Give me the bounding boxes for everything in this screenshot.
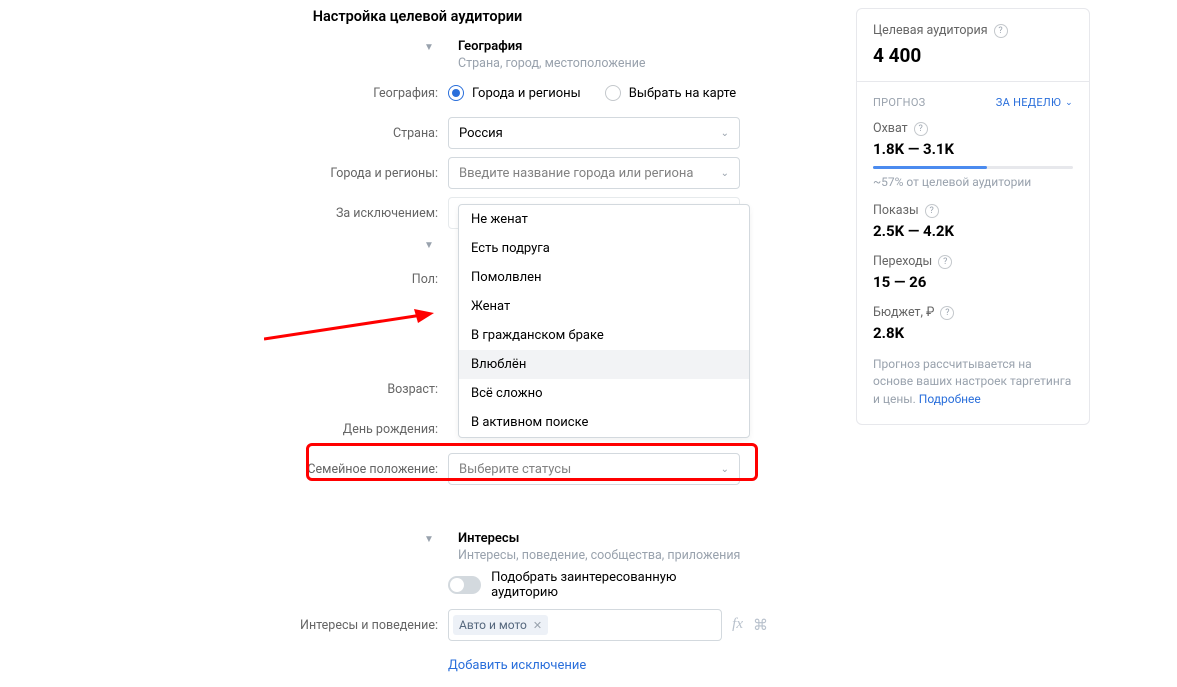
auto-audience-label: Подобрать заинтересованную аудиторию — [491, 570, 740, 600]
shows-label: Показы — [873, 203, 919, 218]
chevron-down-icon: ▼ — [424, 42, 434, 53]
help-icon[interactable]: ? — [938, 255, 952, 269]
reach-bar — [873, 166, 1073, 169]
reach-label: Охват — [873, 121, 908, 136]
interests-input[interactable]: Авто и мото ✕ — [448, 609, 722, 641]
help-icon[interactable]: ? — [994, 24, 1008, 38]
link-icon[interactable]: ⌘ — [753, 616, 768, 634]
row-auto-audience: Подобрать заинтересованную аудиторию — [0, 567, 835, 603]
page-title: Настройка целевой аудитории — [0, 8, 835, 25]
forecast-panel: Целевая аудитория ? 4 400 ПРОГНОЗ ЗА НЕД… — [856, 8, 1090, 425]
label-marital: Семейное положение: — [0, 462, 448, 477]
chevron-down-icon: ▼ — [424, 534, 434, 545]
marital-option[interactable]: В активном поиске — [459, 408, 749, 437]
row-geo-mode: География: Города и регионы Выбрать на к… — [0, 75, 835, 111]
marital-dropdown[interactable]: Не женатЕсть подругаПомолвленЖенатВ граж… — [458, 204, 750, 438]
reach-pct: ~57% от целевой аудитории — [873, 175, 1073, 189]
label-gender: Пол: — [0, 272, 448, 287]
chevron-down-icon: ⌄ — [721, 128, 729, 139]
label-interests: Интересы и поведение: — [0, 618, 448, 633]
row-add-exclusion: Добавить исключение — [0, 647, 835, 683]
help-icon[interactable]: ? — [940, 306, 954, 320]
clicks-label: Переходы — [873, 254, 932, 269]
chevron-down-icon: ⌄ — [721, 168, 729, 179]
marital-option[interactable]: Женат — [459, 292, 749, 321]
marital-select[interactable]: Выберите статусы ⌄ — [448, 453, 740, 485]
clicks-value: 15 — 26 — [873, 273, 1073, 291]
radio-cities-regions[interactable]: Города и регионы — [448, 85, 581, 101]
auto-audience-toggle[interactable] — [448, 576, 481, 594]
cities-select[interactable]: Введите название города или региона ⌄ — [448, 157, 740, 189]
marital-placeholder: Выберите статусы — [459, 462, 721, 477]
cities-placeholder: Введите название города или региона — [459, 166, 721, 181]
marital-option[interactable]: Влюблён — [459, 350, 749, 379]
country-value: Россия — [459, 126, 721, 141]
label-age: Возраст: — [0, 382, 448, 397]
budget-value: 2.8K — [873, 324, 1073, 342]
help-icon[interactable]: ? — [925, 204, 939, 218]
section-header-geo[interactable]: ▼ География Страна, город, местоположени… — [0, 39, 835, 71]
marital-option[interactable]: Помолвлен — [459, 263, 749, 292]
forecast-footer: Прогноз рассчитывается на основе ваших н… — [873, 356, 1073, 408]
marital-option[interactable]: Всё сложно — [459, 379, 749, 408]
row-interests: Интересы и поведение: Авто и мото ✕ fx ⌘ — [0, 607, 835, 643]
forecast-more-link[interactable]: Подробнее — [919, 392, 981, 406]
label-country: Страна: — [0, 126, 448, 141]
label-birthday: День рождения: — [0, 422, 448, 437]
marital-option[interactable]: Есть подруга — [459, 234, 749, 263]
radio-map-label: Выбрать на карте — [629, 86, 736, 101]
section-header-interests[interactable]: ▼ Интересы Интересы, поведение, сообщест… — [0, 531, 835, 563]
budget-label: Бюджет, ₽ — [873, 305, 934, 320]
radio-cities-label: Города и регионы — [472, 86, 581, 101]
section-sub-interests: Интересы, поведение, сообщества, приложе… — [458, 548, 740, 563]
label-except: За исключением: — [0, 206, 448, 221]
row-marital: Семейное положение: Выберите статусы ⌄ — [0, 451, 835, 487]
section-title-geo: География — [458, 39, 646, 54]
marital-option[interactable]: Не женат — [459, 205, 749, 234]
close-icon[interactable]: ✕ — [533, 619, 542, 632]
label-geo-mode: География: — [0, 86, 448, 101]
audience-value: 4 400 — [873, 44, 1073, 67]
radio-dot-icon — [605, 85, 621, 101]
radio-dot-icon — [448, 85, 464, 101]
forecast-label: ПРОГНОЗ — [873, 96, 926, 109]
radio-map-select[interactable]: Выбрать на карте — [605, 85, 736, 101]
shows-value: 2.5K — 4.2K — [873, 222, 1073, 240]
marital-option[interactable]: В гражданском браке — [459, 321, 749, 350]
row-country: Страна: Россия ⌄ — [0, 115, 835, 151]
section-sub-geo: Страна, город, местоположение — [458, 56, 646, 71]
row-cities: Города и регионы: Введите название город… — [0, 155, 835, 191]
forecast-period-value: ЗА НЕДЕЛЮ — [996, 96, 1061, 109]
fx-icon[interactable]: fx — [732, 616, 743, 634]
section-title-interests: Интересы — [458, 531, 740, 546]
audience-label: Целевая аудитория — [873, 23, 988, 38]
help-icon[interactable]: ? — [914, 122, 928, 136]
add-exclusion-link[interactable]: Добавить исключение — [448, 658, 586, 673]
label-cities: Города и регионы: — [0, 166, 448, 181]
chip-label: Авто и мото — [459, 618, 527, 632]
forecast-period-select[interactable]: ЗА НЕДЕЛЮ ⌄ — [996, 96, 1073, 109]
interest-chip[interactable]: Авто и мото ✕ — [453, 615, 548, 635]
chevron-down-icon: ⌄ — [721, 464, 729, 475]
country-select[interactable]: Россия ⌄ — [448, 117, 740, 149]
reach-value: 1.8K — 3.1K — [873, 140, 1073, 158]
chevron-down-icon: ▼ — [424, 240, 434, 251]
chevron-down-icon: ⌄ — [1065, 98, 1073, 108]
